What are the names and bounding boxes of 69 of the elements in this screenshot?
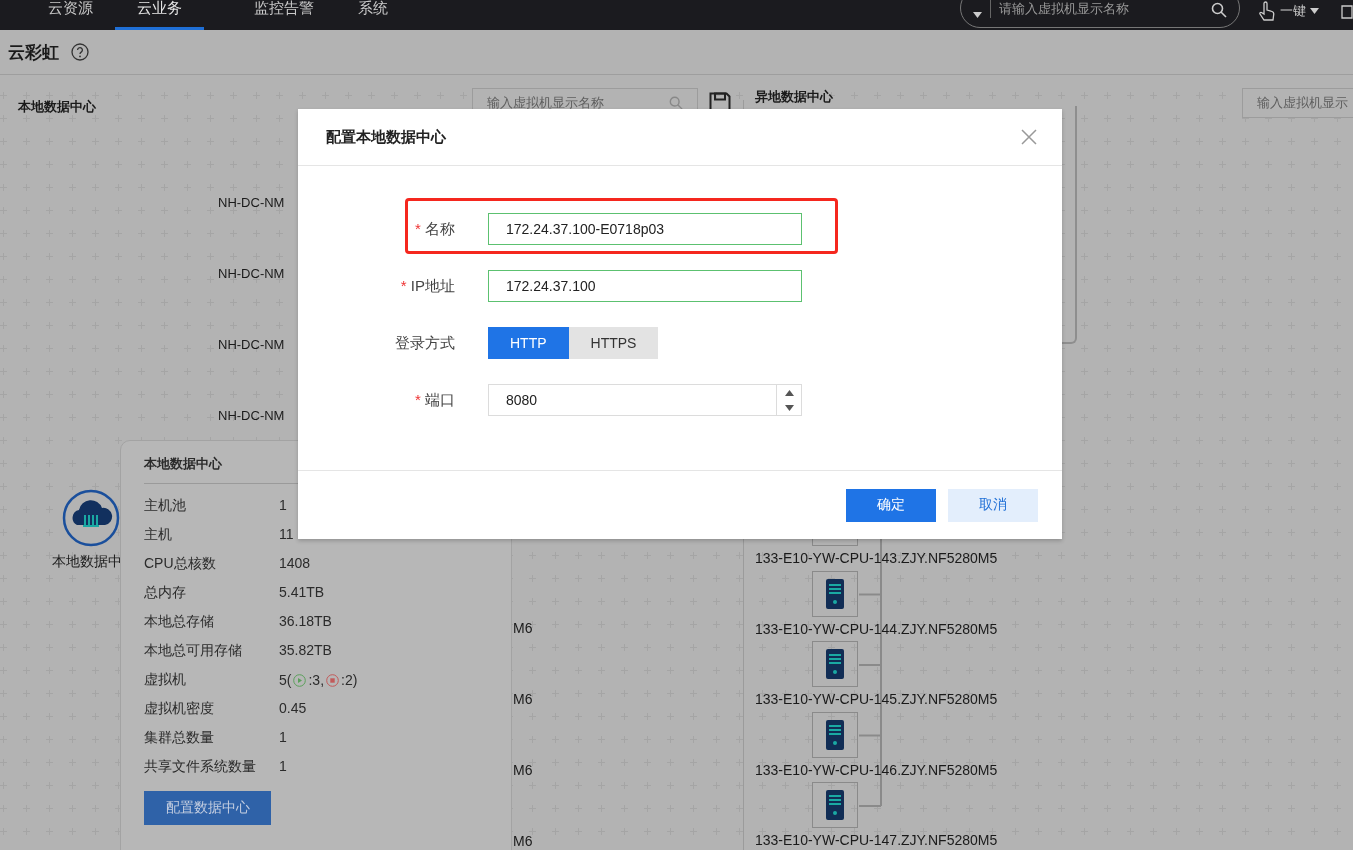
protocol-option[interactable]: HTTP [488, 327, 569, 359]
stop-icon [326, 673, 340, 687]
node-label: NH-DC-NM [218, 337, 285, 352]
info-value: 11 [279, 526, 295, 544]
server-icon [812, 641, 858, 687]
node-label: M6 [513, 620, 533, 636]
node-label: M6 [513, 691, 533, 707]
server-icon [812, 570, 858, 617]
server-icon [812, 782, 858, 828]
info-label: 共享文件系统数量 [144, 758, 257, 776]
protocol-option[interactable]: HTTPS [568, 327, 659, 359]
nav-tab[interactable]: 云业务 [115, 0, 204, 30]
node-label: NH-DC-NM [218, 266, 285, 281]
node-label: M6 [513, 833, 533, 849]
host-label: 133-E10-YW-CPU-144.ZJY.NF5280M5 [755, 620, 998, 637]
field-label: 登录方式 [395, 333, 455, 353]
server-icon [812, 711, 858, 758]
node-label: NH-DC-NM [218, 195, 285, 210]
info-value: 1408 [279, 555, 312, 573]
info-label: 总内存 [144, 584, 187, 602]
help-icon[interactable] [71, 43, 89, 61]
cloud-datacenter-icon[interactable] [62, 489, 120, 547]
info-label: 主机 [144, 526, 173, 544]
vm-count: 5( :3, :2) [279, 671, 359, 689]
cancel-button[interactable]: 取消 [948, 488, 1038, 522]
field-label: * 端口 [415, 390, 455, 410]
info-value: 5.41TB [279, 584, 326, 602]
info-label: 集群总数量 [144, 729, 215, 747]
caret-icon [973, 12, 982, 18]
nav-tab[interactable]: 监控告警 [232, 0, 336, 30]
node-label: 本地数据中 [52, 553, 122, 571]
port-number-input[interactable]: 8080 [488, 384, 802, 416]
dialog-title: 配置本地数据中心 [326, 127, 446, 147]
configure-datacenter-button[interactable]: 配置数据中心 [144, 791, 271, 825]
hand-pointer-icon[interactable] [1258, 1, 1276, 21]
node-label: M6 [513, 762, 533, 778]
info-label: 主机池 [144, 497, 187, 515]
close-icon[interactable] [1020, 128, 1038, 146]
host-label: 133-E10-YW-CPU-143.ZJY.NF5280M5 [755, 550, 998, 566]
host-label: 133-E10-YW-CPU-145.ZJY.NF5280M5 [755, 691, 998, 707]
info-label: 本地总存储 [144, 613, 215, 631]
info-value: 0.45 [279, 700, 308, 718]
confirm-button[interactable]: 确定 [846, 488, 936, 522]
info-value: 35.82TB [279, 642, 333, 660]
host-label: 133-E10-YW-CPU-146.ZJY.NF5280M5 [755, 761, 998, 778]
search-icon[interactable] [1211, 2, 1227, 18]
info-value: 1 [279, 729, 288, 747]
one-key-menu[interactable]: 一键 [1280, 2, 1306, 20]
info-label: CPU总核数 [144, 555, 217, 573]
field-label: * 名称 [415, 219, 455, 239]
info-value: 36.18TB [279, 613, 333, 631]
panel-icon[interactable] [1341, 5, 1353, 19]
play-icon [293, 673, 307, 687]
page-title: 云彩虹 [8, 41, 59, 64]
nav-tab[interactable]: 云资源 [26, 0, 115, 30]
caret-icon [1310, 8, 1319, 14]
section-header: 异地数据中心 [755, 88, 833, 106]
host-label: 133-E10-YW-CPU-147.ZJY.NF5280M5 [755, 832, 998, 848]
text-input[interactable]: 172.24.37.100-E0718p03 [488, 213, 802, 245]
info-value: 1 [279, 497, 288, 515]
section-header: 本地数据中心 [18, 98, 96, 116]
node-label: NH-DC-NM [218, 408, 285, 423]
info-label: 虚拟机 [144, 671, 187, 689]
info-label: 虚拟机密度 [144, 700, 215, 718]
nav-tab[interactable]: 系统 [336, 0, 410, 30]
info-value: 1 [279, 758, 288, 776]
field-label: * IP地址 [400, 276, 455, 296]
text-input[interactable]: 172.24.37.100 [488, 270, 802, 302]
info-label: 本地总可用存储 [144, 642, 243, 660]
